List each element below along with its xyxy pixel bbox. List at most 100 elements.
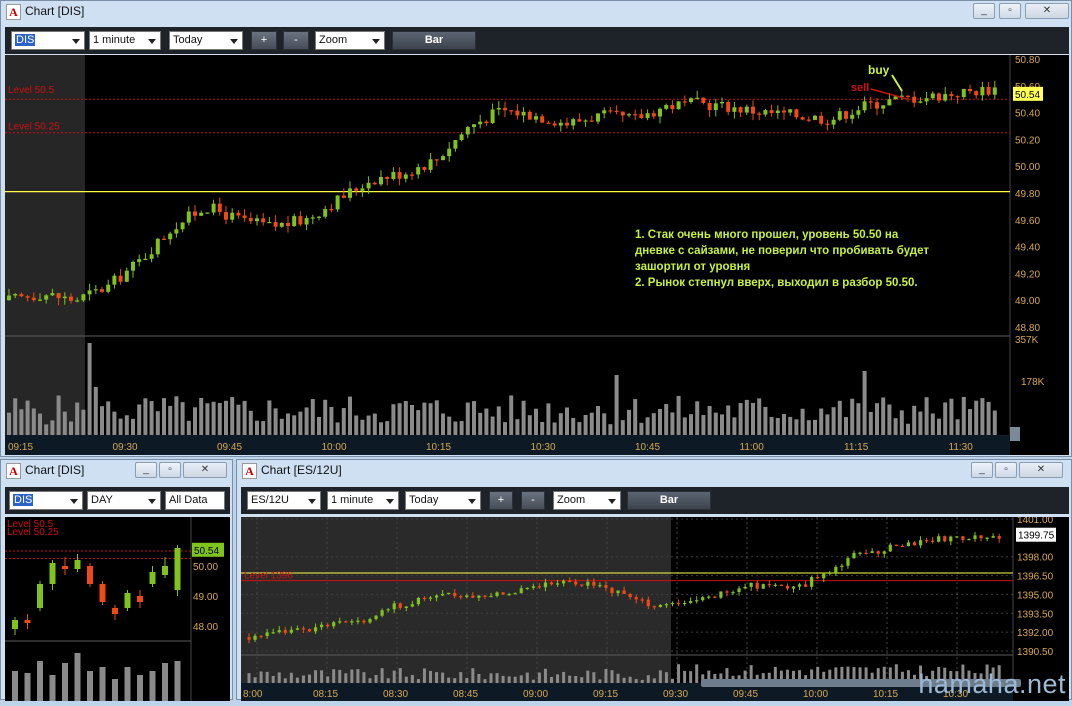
es-candle [991, 536, 995, 538]
main-candle [310, 217, 315, 219]
main-candle [509, 110, 514, 112]
minimize-icon[interactable]: _ [135, 462, 157, 478]
zoom-in-button[interactable]: + [251, 31, 277, 50]
time-tick: 11:30 [949, 442, 974, 453]
volume-bar [634, 679, 638, 683]
es-candle [483, 595, 487, 597]
volume-bar [374, 675, 378, 683]
price-tick: 49.80 [1015, 189, 1040, 200]
volume-bar [397, 403, 402, 435]
zoom-out-button[interactable]: - [283, 31, 309, 50]
main-candle [44, 295, 49, 300]
close-icon[interactable]: ✕ [1019, 462, 1063, 478]
volume-bar [93, 387, 98, 435]
es-candle [779, 584, 783, 586]
daily-chart-svg[interactable]: Level 50.5Level 50.2550.0049.0048.0050.5… [5, 517, 230, 701]
last-price-text: 1399.75 [1018, 531, 1055, 542]
volume-bar [571, 417, 576, 435]
main-candle [230, 212, 235, 220]
es-candle [640, 599, 644, 601]
es-candle [610, 587, 614, 594]
es-zoom-select[interactable]: Zoom [553, 491, 621, 510]
volume-bar [831, 407, 836, 435]
es-candle [277, 630, 281, 633]
time-tick: 11:00 [740, 442, 765, 453]
minimize-icon[interactable]: _ [971, 462, 993, 478]
es-candle [344, 621, 348, 623]
main-chart-svg[interactable]: Level 50.5Level 50.2550.8050.6050.4050.2… [5, 55, 1069, 455]
main-candle [738, 107, 743, 113]
main-candle [372, 182, 377, 185]
volume-bar [602, 413, 607, 435]
main-candle [589, 120, 594, 122]
main-chart-window: A Chart [DIS] _ ▫ ✕ DIS 1 minute Today +… [0, 0, 1072, 457]
volume-bar [495, 673, 499, 683]
scrollbar-thumb [1010, 427, 1020, 441]
close-icon[interactable]: ✕ [1025, 3, 1069, 19]
es-candle [380, 610, 384, 616]
volume-bar [546, 403, 551, 435]
es-candle [949, 536, 953, 542]
es-candle [846, 558, 850, 566]
volume-bar [640, 679, 644, 683]
es-symbol-select[interactable]: ES/12U [247, 491, 321, 510]
es-range-select[interactable]: Today [405, 491, 481, 510]
range-select[interactable]: Today [169, 31, 243, 50]
main-candle [682, 101, 687, 103]
main-candle [937, 93, 941, 101]
interval-select[interactable]: 1 minute [89, 31, 161, 50]
es-candle [477, 595, 481, 598]
volume-bar [317, 417, 321, 435]
main-candle [422, 167, 427, 170]
daily-chart-area[interactable]: Level 50.5 Level 50.25 50.00 49.00 48.00 50.5… [5, 517, 230, 701]
es-candle [501, 592, 505, 595]
es-bar-type-button[interactable]: Bar [627, 491, 711, 510]
main-candle [25, 296, 30, 298]
main-candle [558, 122, 563, 126]
main-candle [62, 296, 67, 299]
main-candle [992, 87, 997, 95]
es-zoom-in-button[interactable]: + [489, 491, 513, 510]
main-candle [918, 101, 923, 103]
es-candle [586, 581, 590, 586]
main-chart-area[interactable]: Level 50.5Level 50.2550.8050.6050.4050.2… [5, 55, 1069, 455]
time-tick: 10:00 [322, 442, 347, 453]
symbol-select[interactable]: DIS [11, 31, 85, 50]
price-tick: 50.00 [193, 562, 218, 573]
time-tick: 08:30 [383, 689, 408, 700]
volume-bar [676, 395, 681, 435]
main-candle [875, 102, 879, 109]
main-candle [713, 103, 718, 111]
es-candle [247, 637, 251, 640]
main-candle [961, 88, 966, 98]
main-candle [19, 294, 24, 297]
es-candle [676, 602, 681, 605]
es-interval-select[interactable]: 1 minute [327, 491, 399, 510]
volume-bar [472, 401, 476, 435]
minimize-icon[interactable]: _ [973, 3, 995, 19]
es-candle [689, 601, 693, 603]
volume-bar [670, 412, 675, 435]
es-zoom-out-button[interactable]: - [521, 491, 545, 510]
restore-icon[interactable]: ▫ [995, 462, 1017, 478]
bar-type-button[interactable]: Bar [392, 31, 476, 50]
daily-interval-select[interactable]: DAY [87, 491, 161, 510]
volume-bar [513, 676, 517, 683]
restore-icon[interactable]: ▫ [159, 462, 181, 478]
daily-titlebar[interactable]: A Chart [DIS] _ ▫ ✕ [1, 460, 232, 482]
es-candle [967, 538, 971, 541]
daily-symbol-select[interactable]: DIS [9, 491, 83, 510]
daily-range-select[interactable]: All Data [165, 491, 225, 510]
es-candle [549, 582, 554, 585]
restore-icon[interactable]: ▫ [999, 3, 1021, 19]
main-candle [131, 261, 135, 271]
time-tick: 10:30 [531, 442, 556, 453]
zoom-select[interactable]: Zoom [315, 31, 385, 50]
es-titlebar[interactable]: A Chart [ES/12U] _ ▫ ✕ [237, 460, 1071, 482]
daily-chart-window: A Chart [DIS] _ ▫ ✕ DIS DAY All Data Lev… [0, 459, 233, 701]
price-tick: 48.80 [1015, 323, 1040, 334]
es-candle [265, 632, 269, 636]
close-icon[interactable]: ✕ [183, 462, 227, 478]
main-titlebar[interactable]: A Chart [DIS] _ ▫ ✕ [1, 1, 1071, 23]
volume-bar [261, 421, 266, 435]
